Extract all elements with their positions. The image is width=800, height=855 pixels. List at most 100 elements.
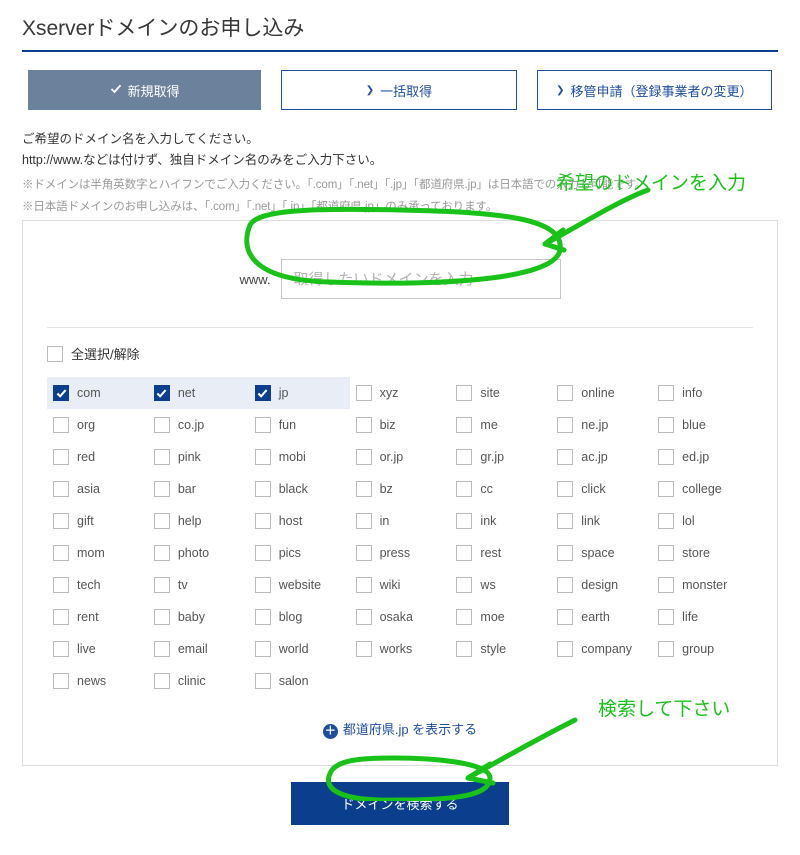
tld-option-college[interactable]: college <box>652 473 753 505</box>
tld-checkbox[interactable] <box>658 513 674 529</box>
tld-option-help[interactable]: help <box>148 505 249 537</box>
tld-checkbox[interactable] <box>658 545 674 561</box>
tld-option-site[interactable]: site <box>450 377 551 409</box>
tld-checkbox[interactable] <box>356 385 372 401</box>
tld-checkbox[interactable] <box>356 577 372 593</box>
tld-option-osaka[interactable]: osaka <box>350 601 451 633</box>
tld-checkbox[interactable] <box>154 449 170 465</box>
tld-option-mom[interactable]: mom <box>47 537 148 569</box>
tld-checkbox[interactable] <box>53 641 69 657</box>
tld-checkbox[interactable] <box>154 545 170 561</box>
tld-checkbox[interactable] <box>255 545 271 561</box>
tld-option-pink[interactable]: pink <box>148 441 249 473</box>
tld-checkbox[interactable] <box>154 577 170 593</box>
tld-checkbox[interactable] <box>255 513 271 529</box>
tld-option-design[interactable]: design <box>551 569 652 601</box>
tld-checkbox[interactable] <box>356 513 372 529</box>
tld-checkbox[interactable] <box>557 449 573 465</box>
tld-checkbox[interactable] <box>255 577 271 593</box>
tld-option-biz[interactable]: biz <box>350 409 451 441</box>
tld-option-clinic[interactable]: clinic <box>148 665 249 697</box>
tld-checkbox[interactable] <box>658 577 674 593</box>
tld-checkbox[interactable] <box>658 417 674 433</box>
tld-checkbox[interactable] <box>456 609 472 625</box>
tld-checkbox[interactable] <box>154 481 170 497</box>
tld-option-live[interactable]: live <box>47 633 148 665</box>
tld-checkbox[interactable] <box>356 545 372 561</box>
tld-option-mobi[interactable]: mobi <box>249 441 350 473</box>
tld-option-monster[interactable]: monster <box>652 569 753 601</box>
tld-option-red[interactable]: red <box>47 441 148 473</box>
tld-option-space[interactable]: space <box>551 537 652 569</box>
tld-checkbox[interactable] <box>154 641 170 657</box>
tld-option-store[interactable]: store <box>652 537 753 569</box>
tld-option-bz[interactable]: bz <box>350 473 451 505</box>
tld-option-press[interactable]: press <box>350 537 451 569</box>
tld-option-baby[interactable]: baby <box>148 601 249 633</box>
tld-checkbox[interactable] <box>557 481 573 497</box>
tld-option-ac-jp[interactable]: ac.jp <box>551 441 652 473</box>
tld-option-cc[interactable]: cc <box>450 473 551 505</box>
tld-option-photo[interactable]: photo <box>148 537 249 569</box>
tld-checkbox[interactable] <box>53 449 69 465</box>
tld-option-online[interactable]: online <box>551 377 652 409</box>
tld-option-tech[interactable]: tech <box>47 569 148 601</box>
tld-option-salon[interactable]: salon <box>249 665 350 697</box>
tld-option-style[interactable]: style <box>450 633 551 665</box>
tld-checkbox[interactable] <box>456 577 472 593</box>
tld-checkbox[interactable] <box>356 609 372 625</box>
select-all-row[interactable]: 全選択/解除 <box>47 344 753 363</box>
tld-checkbox[interactable] <box>255 641 271 657</box>
tld-checkbox[interactable] <box>658 609 674 625</box>
tld-option-asia[interactable]: asia <box>47 473 148 505</box>
tld-option-net[interactable]: net <box>148 377 249 409</box>
tld-option-lol[interactable]: lol <box>652 505 753 537</box>
tld-checkbox[interactable] <box>456 513 472 529</box>
tld-checkbox[interactable] <box>658 481 674 497</box>
tld-option-wiki[interactable]: wiki <box>350 569 451 601</box>
tld-option-info[interactable]: info <box>652 377 753 409</box>
tld-checkbox[interactable] <box>154 513 170 529</box>
tld-checkbox[interactable] <box>658 449 674 465</box>
tld-option-link[interactable]: link <box>551 505 652 537</box>
show-prefecture-link[interactable]: ＋都道府県.jp を表示する <box>47 697 753 743</box>
tld-option-org[interactable]: org <box>47 409 148 441</box>
tld-option-ed-jp[interactable]: ed.jp <box>652 441 753 473</box>
tab-transfer[interactable]: ❯ 移管申請（登録事業者の変更） <box>537 70 772 110</box>
tld-option-world[interactable]: world <box>249 633 350 665</box>
select-all-checkbox[interactable] <box>47 346 63 362</box>
tab-bulk[interactable]: ❯ 一括取得 <box>281 70 516 110</box>
tld-checkbox[interactable] <box>255 417 271 433</box>
tld-checkbox[interactable] <box>456 385 472 401</box>
tld-option-company[interactable]: company <box>551 633 652 665</box>
tld-option-life[interactable]: life <box>652 601 753 633</box>
tld-checkbox[interactable] <box>53 673 69 689</box>
tld-option-rest[interactable]: rest <box>450 537 551 569</box>
tld-option-me[interactable]: me <box>450 409 551 441</box>
tld-option-click[interactable]: click <box>551 473 652 505</box>
tld-checkbox[interactable] <box>255 449 271 465</box>
tld-option-fun[interactable]: fun <box>249 409 350 441</box>
tld-checkbox[interactable] <box>557 577 573 593</box>
tld-checkbox[interactable] <box>154 385 170 401</box>
tld-checkbox[interactable] <box>356 641 372 657</box>
tld-checkbox[interactable] <box>557 385 573 401</box>
tld-checkbox[interactable] <box>557 609 573 625</box>
tld-option-bar[interactable]: bar <box>148 473 249 505</box>
tld-checkbox[interactable] <box>53 385 69 401</box>
tld-option-works[interactable]: works <box>350 633 451 665</box>
tld-checkbox[interactable] <box>557 417 573 433</box>
tld-option-ws[interactable]: ws <box>450 569 551 601</box>
tld-checkbox[interactable] <box>456 417 472 433</box>
tld-option-earth[interactable]: earth <box>551 601 652 633</box>
tld-checkbox[interactable] <box>456 481 472 497</box>
tld-option-rent[interactable]: rent <box>47 601 148 633</box>
tld-option-host[interactable]: host <box>249 505 350 537</box>
tld-checkbox[interactable] <box>53 609 69 625</box>
tld-option-pics[interactable]: pics <box>249 537 350 569</box>
tld-checkbox[interactable] <box>255 385 271 401</box>
tld-option-blog[interactable]: blog <box>249 601 350 633</box>
tld-checkbox[interactable] <box>154 673 170 689</box>
tld-option-group[interactable]: group <box>652 633 753 665</box>
tld-checkbox[interactable] <box>456 545 472 561</box>
